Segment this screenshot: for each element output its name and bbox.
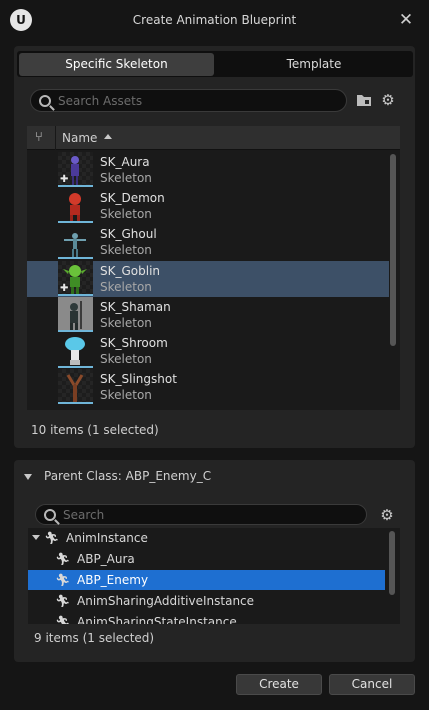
asset-name: SK_Ghoul: [100, 227, 157, 241]
shaman-character-thumbnail: [58, 297, 93, 332]
list-item[interactable]: SK_Ghoul Skeleton: [27, 224, 389, 260]
tree-row-abp-aura[interactable]: 🏃︎ ABP_Aura: [28, 549, 385, 569]
asset-list-scrollbar[interactable]: [390, 154, 396, 346]
plus-icon: ✚: [60, 283, 69, 294]
asset-name: SK_Slingshot: [100, 372, 177, 386]
anim-class-icon: 🏃︎: [55, 573, 71, 587]
cancel-button[interactable]: Cancel: [329, 674, 415, 695]
asset-name: SK_Aura: [100, 155, 150, 169]
asset-name: SK_Goblin: [100, 264, 161, 278]
class-tree-scrollbar[interactable]: [389, 531, 395, 595]
tree-label: AnimInstance: [66, 531, 148, 545]
asset-list-header: ⑂ Name: [27, 126, 400, 150]
asset-type: Skeleton: [100, 171, 152, 185]
asset-count-status: 10 items (1 selected): [31, 423, 159, 437]
anim-class-icon: 🏃︎: [55, 615, 71, 624]
close-icon[interactable]: ✕: [396, 10, 416, 30]
asset-type: Skeleton: [100, 243, 152, 257]
search-icon: [44, 509, 56, 521]
list-item[interactable]: SK_Shroom Skeleton: [27, 333, 389, 369]
tree-label: AnimSharingStateInstance: [77, 615, 237, 624]
asset-name: SK_Demon: [100, 191, 165, 205]
list-item[interactable]: SK_Demon Skeleton: [27, 188, 389, 224]
tree-row-animinstance[interactable]: 🏃︎ AnimInstance: [28, 528, 385, 548]
asset-search-input[interactable]: [58, 90, 310, 111]
asset-type: Skeleton: [100, 352, 152, 366]
asset-type: Skeleton: [100, 280, 152, 294]
source-branch-icon[interactable]: ⑂: [35, 130, 43, 145]
parent-class-label: Parent Class: ABP_Enemy_C: [44, 469, 212, 483]
create-button[interactable]: Create: [236, 674, 322, 695]
class-search-input[interactable]: [63, 505, 327, 524]
shroom-character-thumbnail: [58, 333, 93, 368]
title-bar: U Create Animation Blueprint ✕: [0, 0, 429, 40]
header-divider: [55, 126, 56, 150]
folder-icon[interactable]: [355, 91, 373, 109]
tree-label: ABP_Enemy: [77, 573, 149, 587]
slingshot-thumbnail: [58, 369, 93, 404]
list-item[interactable]: ✚ SK_Aura Skeleton: [27, 152, 389, 188]
plus-icon: ✚: [60, 174, 69, 185]
collapse-triangle-icon[interactable]: [24, 473, 32, 480]
tree-row-anim-sharing-additive[interactable]: 🏃︎ AnimSharingAdditiveInstance: [28, 591, 385, 611]
tree-row-anim-sharing-state[interactable]: 🏃︎ AnimSharingStateInstance: [28, 612, 385, 624]
class-search-box[interactable]: [35, 504, 367, 525]
asset-type: Skeleton: [100, 316, 152, 330]
asset-search-box[interactable]: [30, 89, 347, 112]
tree-row-abp-enemy[interactable]: 🏃︎ ABP_Enemy: [28, 570, 385, 590]
asset-name: SK_Shaman: [100, 300, 171, 314]
asset-name: SK_Shroom: [100, 336, 168, 350]
list-item[interactable]: ✚ SK_Goblin Skeleton: [27, 261, 389, 297]
ghoul-character-thumbnail: [58, 224, 93, 259]
list-item[interactable]: SK_Shaman Skeleton: [27, 297, 389, 333]
tree-label: ABP_Aura: [77, 552, 135, 566]
parent-class-header[interactable]: Parent Class: ABP_Enemy_C: [24, 469, 211, 483]
asset-type: Skeleton: [100, 207, 152, 221]
class-tree: 🏃︎ AnimInstance 🏃︎ ABP_Aura 🏃︎ ABP_Enemy…: [28, 528, 400, 624]
search-icon: [39, 95, 51, 107]
list-item[interactable]: SK_Slingshot Skeleton: [27, 369, 389, 405]
settings-gear-icon[interactable]: ⚙: [378, 506, 396, 524]
anim-class-icon: 🏃︎: [44, 531, 60, 545]
tree-label: AnimSharingAdditiveInstance: [77, 594, 255, 608]
asset-type: Skeleton: [100, 388, 152, 402]
tab-template[interactable]: Template: [216, 53, 412, 76]
settings-gear-icon[interactable]: ⚙: [379, 91, 397, 109]
asset-list: ⑂ Name ✚ SK_Aura Skeleton SK_Demon Skele…: [27, 126, 400, 410]
tab-specific-skeleton[interactable]: Specific Skeleton: [19, 53, 214, 76]
expand-arrow-icon[interactable]: [32, 535, 40, 540]
dialog-title: Create Animation Blueprint: [132, 13, 297, 27]
name-column-header[interactable]: Name: [62, 131, 113, 145]
anim-class-icon: 🏃︎: [55, 552, 71, 566]
anim-class-icon: 🏃︎: [55, 594, 71, 608]
class-count-status: 9 items (1 selected): [34, 631, 155, 645]
demon-character-thumbnail: [58, 188, 93, 223]
